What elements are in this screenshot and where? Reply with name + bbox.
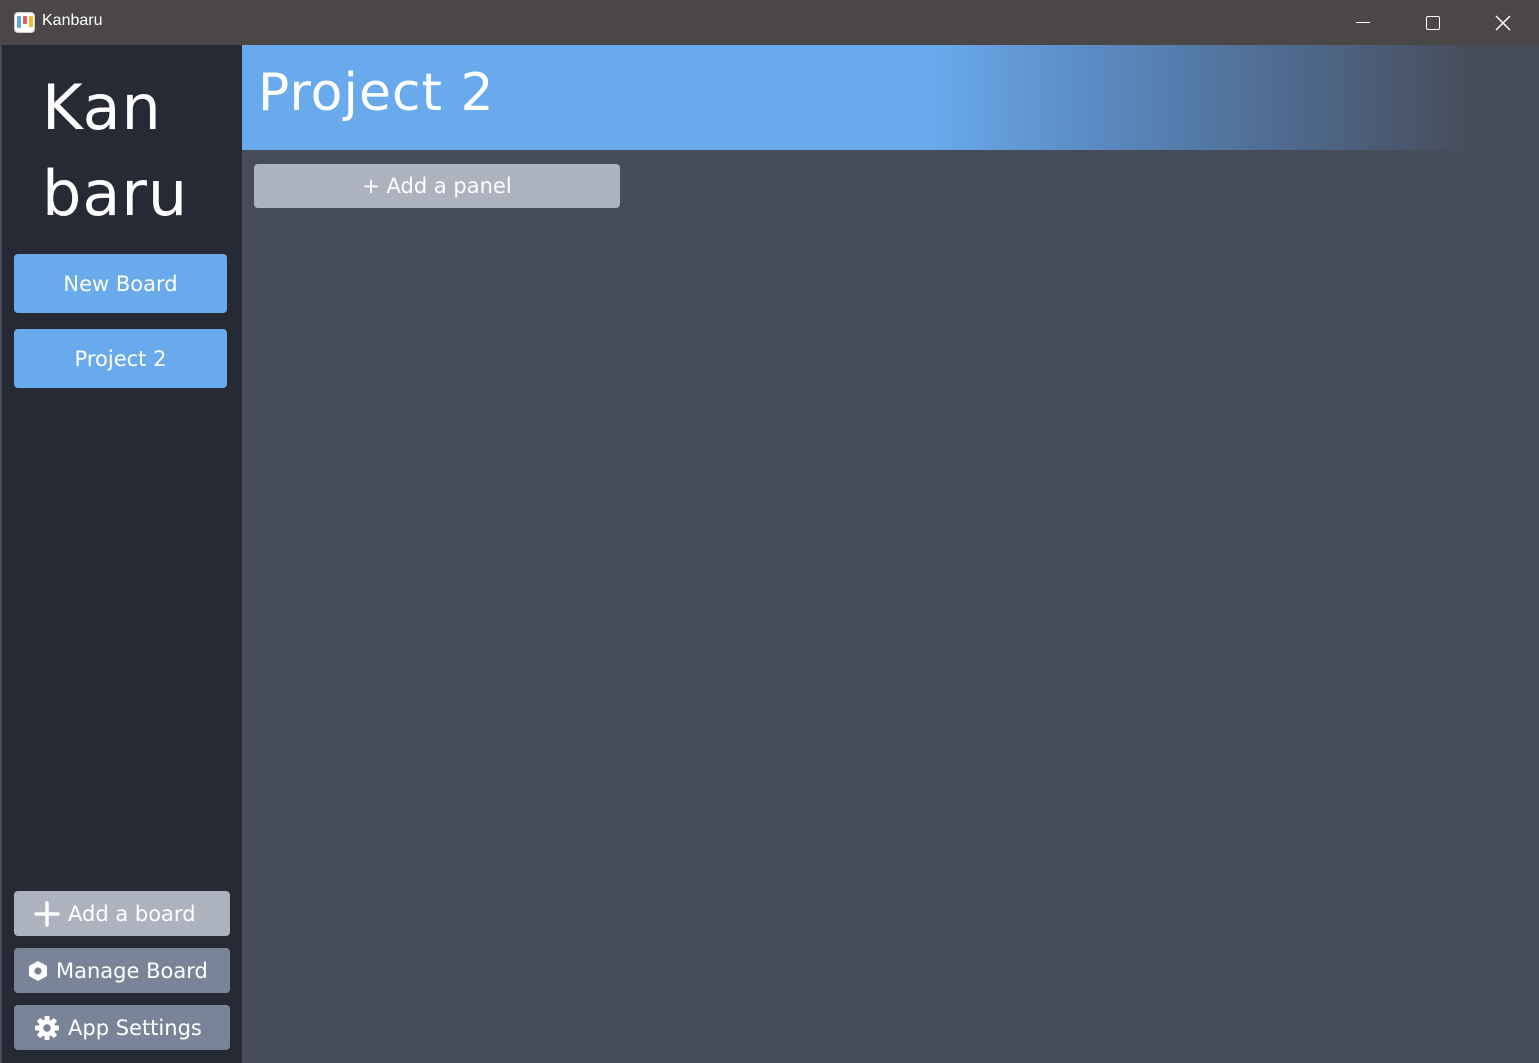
board-button-new-board[interactable]: New Board <box>14 254 227 313</box>
maximize-button[interactable] <box>1398 0 1468 45</box>
minimize-button[interactable] <box>1328 0 1398 45</box>
add-board-label: Add a board <box>68 901 196 926</box>
gear-icon <box>34 1015 60 1041</box>
board-title: Project 2 <box>258 63 495 123</box>
plus-icon <box>34 900 60 927</box>
logo-line-2: baru <box>42 157 189 230</box>
manage-board-label: Manage Board <box>56 958 208 983</box>
app-logo: Kan baru <box>42 65 222 237</box>
close-icon <box>1495 14 1511 31</box>
add-panel-button[interactable]: + Add a panel <box>254 164 620 208</box>
app-icon <box>14 12 35 33</box>
app-window: Kanbaru Kan baru New Board Project 2 Add… <box>0 0 1539 1063</box>
board-header: Project 2 <box>242 45 1539 150</box>
maximize-icon <box>1426 15 1440 30</box>
minimize-icon <box>1356 22 1370 23</box>
title-bar[interactable]: Kanbaru <box>0 0 1539 45</box>
app-settings-button[interactable]: App Settings <box>14 1005 230 1050</box>
app-settings-label: App Settings <box>68 1015 202 1040</box>
hexagon-settings-icon <box>28 960 48 982</box>
add-board-button[interactable]: Add a board <box>14 891 230 936</box>
window-title: Kanbaru <box>42 12 103 29</box>
board-button-project-2[interactable]: Project 2 <box>14 329 227 388</box>
close-button[interactable] <box>1468 0 1538 45</box>
sidebar: Kan baru New Board Project 2 Add a board… <box>2 45 242 1063</box>
manage-board-button[interactable]: Manage Board <box>14 948 230 993</box>
logo-line-1: Kan <box>42 71 162 144</box>
